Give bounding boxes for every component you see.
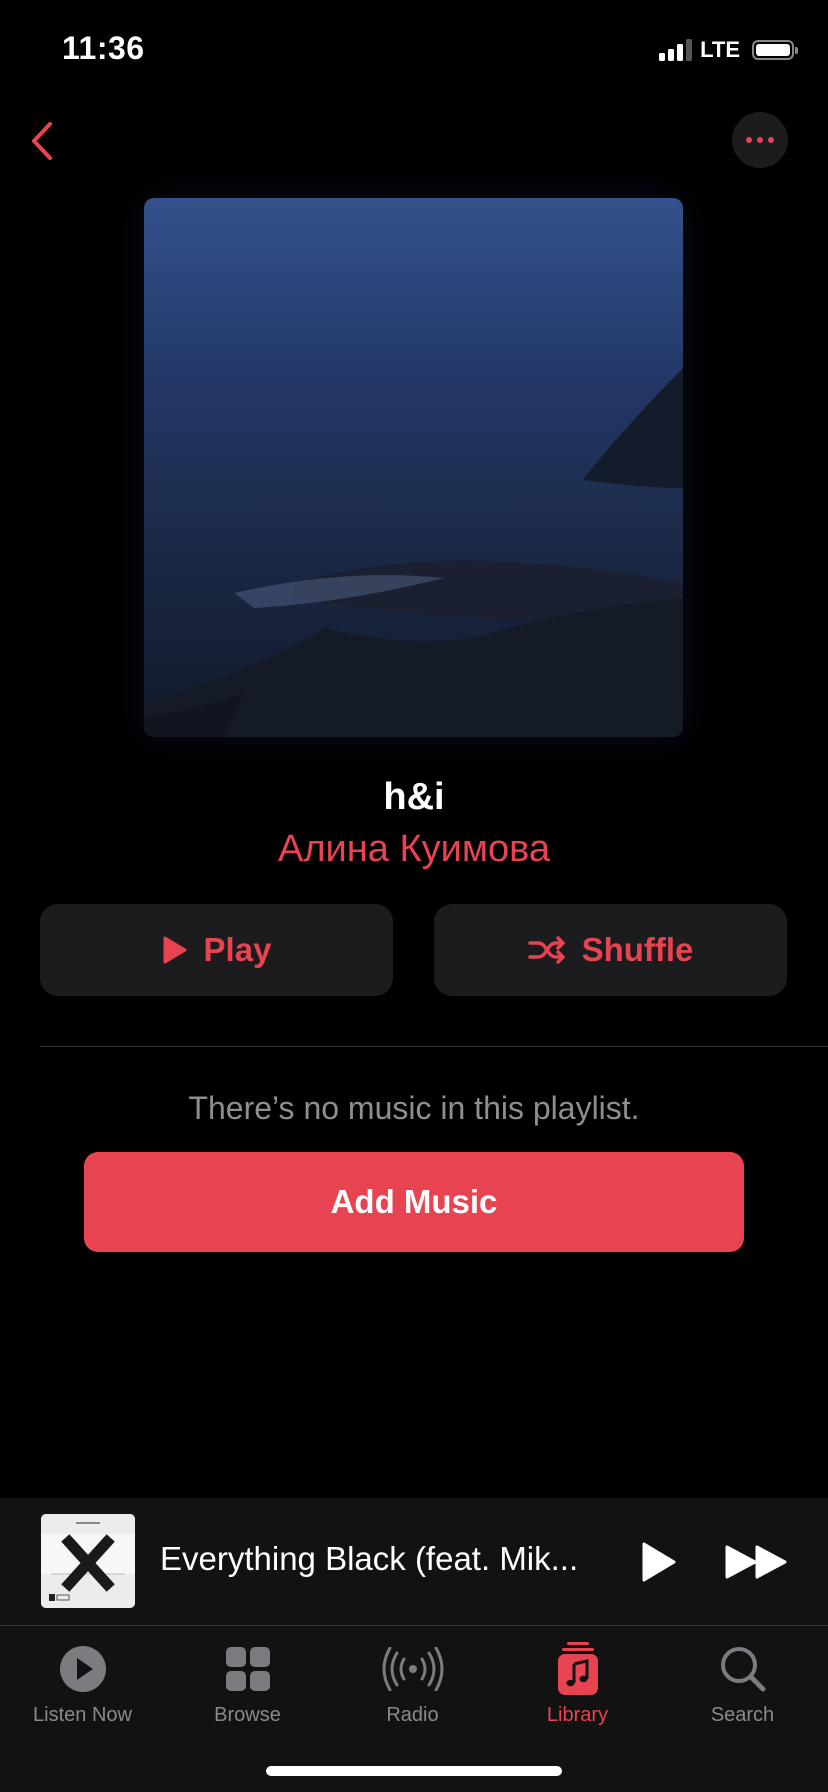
- battery-icon: [752, 40, 798, 60]
- signal-icon: [659, 39, 693, 61]
- status-time: 11:36: [62, 30, 145, 66]
- ellipsis-icon: [746, 137, 752, 143]
- home-indicator[interactable]: [266, 1766, 562, 1776]
- status-indicators: LTE: [659, 36, 798, 64]
- tab-label: Library: [546, 1704, 609, 1726]
- radio-icon: [382, 1647, 443, 1691]
- tab-listen-now[interactable]: Listen Now: [0, 1626, 165, 1736]
- tab-radio[interactable]: Radio: [330, 1626, 495, 1736]
- more-options-button[interactable]: [732, 112, 788, 168]
- add-music-button[interactable]: Add Music: [84, 1152, 744, 1252]
- play-icon: [163, 936, 187, 964]
- playlist-artist-link[interactable]: Алина Куимова: [0, 828, 828, 871]
- forward-icon: [725, 1545, 787, 1579]
- divider: [40, 1046, 828, 1047]
- library-icon: [557, 1642, 598, 1695]
- mini-player-play-button[interactable]: [634, 1538, 682, 1586]
- playlist-title: h&i: [383, 776, 445, 818]
- shuffle-label: Shuffle: [581, 931, 694, 968]
- mini-player[interactable]: Everything Black (feat. Mik...: [0, 1498, 828, 1626]
- mini-player-next-button[interactable]: [722, 1538, 792, 1586]
- tab-label: Browse: [214, 1704, 281, 1726]
- chevron-left-icon: [32, 122, 52, 160]
- shuffle-button[interactable]: Shuffle: [434, 904, 787, 996]
- artwork-image: [144, 198, 683, 737]
- play-icon: [642, 1542, 676, 1582]
- playlist-artwork: [144, 198, 683, 737]
- network-type: LTE: [700, 37, 740, 62]
- tab-search[interactable]: Search: [660, 1626, 825, 1736]
- tab-library[interactable]: Library: [495, 1626, 660, 1736]
- back-button[interactable]: [22, 118, 62, 164]
- tab-label: Radio: [386, 1704, 439, 1726]
- play-label: Play: [203, 931, 272, 968]
- tab-label: Search: [710, 1704, 775, 1726]
- shuffle-icon: [527, 936, 565, 964]
- play-button[interactable]: Play: [40, 904, 393, 996]
- track-artwork: [41, 1514, 135, 1608]
- mini-player-artwork: [41, 1514, 135, 1608]
- search-icon: [720, 1647, 765, 1692]
- listen-now-icon: [59, 1646, 106, 1692]
- empty-playlist-message: There’s no music in this playlist.: [188, 1090, 640, 1126]
- mini-player-track-title[interactable]: Everything Black (feat. Mik...: [160, 1540, 600, 1578]
- browse-grid-icon: [225, 1647, 270, 1691]
- tab-browse[interactable]: Browse: [165, 1626, 330, 1736]
- tab-label: Listen Now: [33, 1704, 132, 1726]
